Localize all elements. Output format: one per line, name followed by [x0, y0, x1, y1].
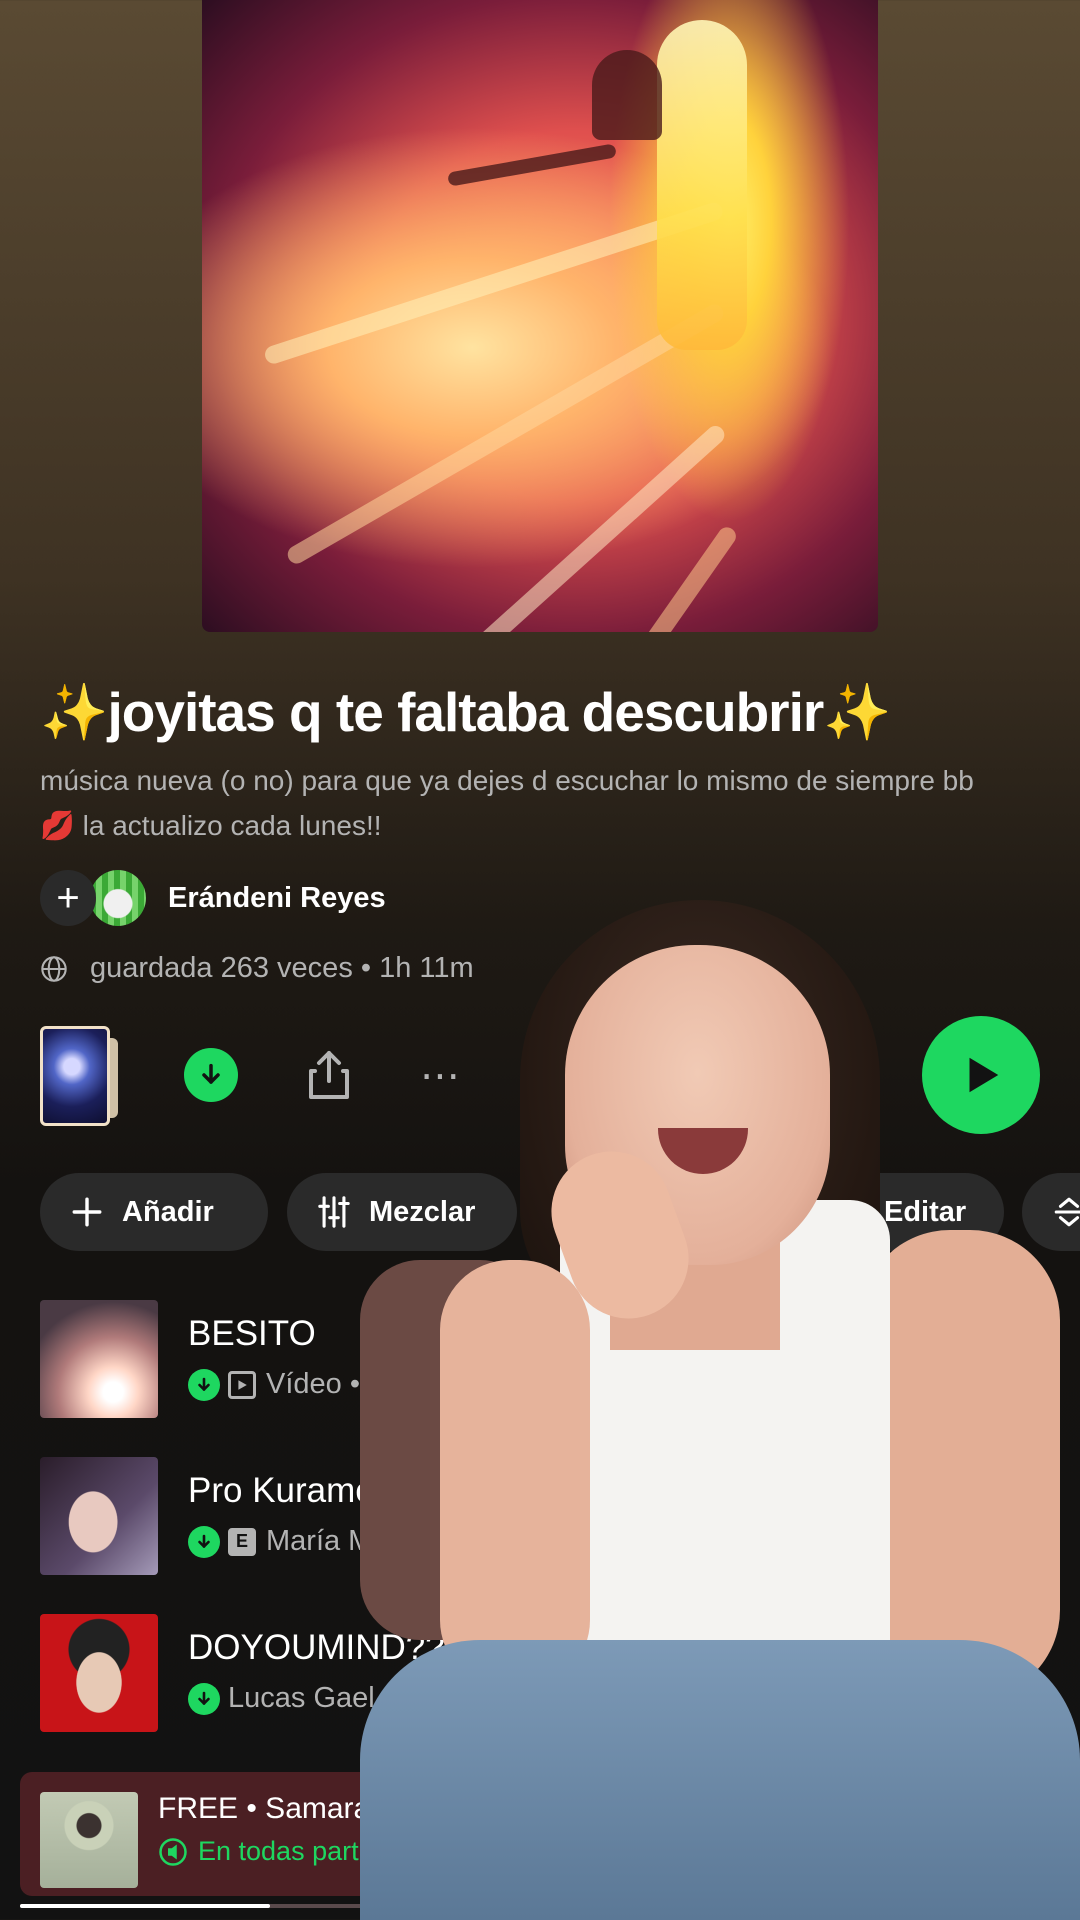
edit-label: Editar: [884, 1195, 967, 1228]
share-button[interactable]: [300, 1046, 358, 1104]
track-artwork: [40, 1300, 158, 1418]
mini-player[interactable]: FREE • Samara En todas part: [20, 1772, 1060, 1896]
track-more-button[interactable]: ⋯: [1004, 1649, 1040, 1683]
track-title: DOYOUMIND??: [188, 1628, 445, 1667]
download-arrow-icon: [202, 1063, 220, 1084]
connect-device-icon: [159, 1837, 187, 1866]
downloaded-icon: [188, 1525, 220, 1558]
track-artwork: [40, 1614, 158, 1732]
playlist-description: música nueva (o no) para que ya dejes d …: [40, 765, 974, 841]
playlist-cover: [202, 0, 878, 632]
now-playing-device[interactable]: En todas part: [158, 1836, 359, 1867]
globe-icon: [41, 955, 67, 982]
downloaded-icon: [188, 1368, 220, 1401]
playlist-title: ✨joyitas q te faltaba descubrir✨: [40, 680, 892, 745]
sort-icon: [1052, 1195, 1080, 1229]
owner-row: + Erándeni Reyes: [40, 868, 386, 928]
track-subtitle: Lucas Gael: [188, 1682, 375, 1715]
shuffle-icon: [817, 1053, 871, 1101]
play-icon: [969, 1057, 999, 1093]
now-playing-device-label: En todas part: [198, 1836, 359, 1866]
explicit-badge: E: [228, 1527, 256, 1556]
more-options-button[interactable]: ⋯: [416, 1056, 466, 1096]
track-subtitle: E María M: [188, 1525, 372, 1558]
downloaded-icon: [188, 1682, 220, 1715]
sparkles-icon: ✨: [40, 681, 108, 743]
shuffle-active-indicator: [840, 1109, 850, 1119]
playlist-meta-text: guardada 263 veces • 1h 11m: [90, 952, 474, 984]
add-collaborator-button[interactable]: +: [40, 870, 96, 926]
video-badge-icon: [228, 1370, 256, 1399]
sort-chip[interactable]: [1022, 1173, 1080, 1251]
now-playing-title: FREE • Samara: [158, 1792, 371, 1825]
owner-avatar[interactable]: [90, 870, 146, 926]
share-icon: [309, 1051, 349, 1099]
track-subtitle: Vídeo • Ju: [188, 1368, 399, 1401]
playlist-preview-thumbnail[interactable]: [40, 1026, 110, 1126]
playback-progress-fill: [20, 1904, 270, 1908]
edit-list-icon: [836, 1197, 866, 1227]
track-artist: Lucas Gael: [228, 1682, 375, 1714]
track-title: BESITO: [188, 1314, 316, 1353]
add-songs-label: Añadir: [122, 1195, 214, 1228]
playback-progress-bar[interactable]: [20, 1904, 1060, 1908]
mix-chip[interactable]: Mezclar: [287, 1173, 517, 1251]
sparkles-icon: ✨: [823, 681, 891, 743]
shuffle-button[interactable]: [814, 1046, 876, 1108]
sliders-icon: [317, 1195, 351, 1229]
track-artist: María M: [266, 1525, 373, 1557]
track-artist: Vídeo • Ju: [266, 1368, 399, 1400]
track-more-button[interactable]: ⋯: [1004, 1492, 1040, 1526]
now-playing-artwork: [40, 1792, 138, 1888]
track-row[interactable]: Pro Kurame E María M ⋯: [40, 1457, 1040, 1575]
track-title: Pro Kurame: [188, 1471, 375, 1510]
plus-icon: [70, 1195, 104, 1229]
track-more-button[interactable]: ⋯: [1004, 1335, 1040, 1369]
owner-name[interactable]: Erándeni Reyes: [168, 882, 386, 915]
mix-label: Mezclar: [369, 1195, 476, 1228]
download-button[interactable]: [184, 1048, 238, 1102]
track-artwork: [40, 1457, 158, 1575]
playlist-meta: guardada 263 veces • 1h 11m: [40, 952, 474, 985]
track-row[interactable]: DOYOUMIND?? Lucas Gael ⋯: [40, 1614, 1040, 1732]
edit-chip[interactable]: Editar: [806, 1173, 1004, 1251]
add-songs-chip[interactable]: Añadir: [40, 1173, 268, 1251]
track-row[interactable]: BESITO Vídeo • Ju ⋯: [40, 1300, 1040, 1418]
play-button[interactable]: [922, 1016, 1040, 1134]
playlist-title-text: joyitas q te faltaba descubrir: [107, 681, 824, 743]
